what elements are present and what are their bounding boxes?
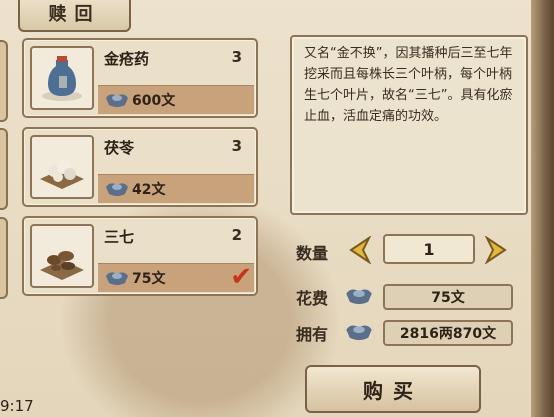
list-item[interactable]: 三七 2 75文 ✔ (22, 216, 258, 296)
item-quantity: 3 (231, 137, 242, 155)
left-list-edge (0, 128, 8, 210)
silver-ingot-icon (106, 183, 128, 196)
item-price: 600文 (104, 90, 175, 110)
item-description: 又名“金不换”，因其播种后三至七年挖采而且每株长三个叶柄，每个叶柄生七个叶片，故… (290, 35, 528, 215)
increase-quantity-icon[interactable] (483, 236, 509, 264)
owned-label: 拥有 (296, 325, 329, 344)
herb-pile-icon (30, 135, 94, 199)
item-price-text: 42文 (132, 182, 166, 198)
redeem-tab[interactable]: 赎回 (18, 0, 131, 32)
item-name: 三七 (104, 228, 135, 246)
buy-button[interactable]: 购买 (305, 365, 481, 413)
panel-frame-edge (531, 0, 554, 417)
decrease-quantity-icon[interactable] (347, 236, 373, 264)
item-price: 75文 (104, 268, 165, 288)
item-price: 42文 (104, 179, 165, 199)
list-item[interactable]: 金疮药 3 600文 (22, 38, 258, 118)
quantity-input[interactable]: 1 (383, 234, 475, 264)
item-price-text: 600文 (132, 93, 176, 109)
left-list-edge (0, 40, 8, 122)
item-name: 金疮药 (104, 50, 150, 68)
medicine-bottle-icon (30, 46, 94, 110)
clock: 9:17 (0, 397, 34, 415)
silver-ingot-icon (346, 289, 372, 305)
item-name: 茯苓 (104, 139, 135, 157)
owned-value: 2816两870文 (383, 320, 513, 346)
item-price-text: 75文 (132, 271, 166, 287)
silver-ingot-icon (106, 94, 128, 107)
item-quantity: 2 (231, 226, 242, 244)
selected-check-icon: ✔ (230, 262, 252, 292)
list-item[interactable]: 茯苓 3 42文 (22, 127, 258, 207)
item-quantity: 3 (231, 48, 242, 66)
quantity-label: 数量 (296, 244, 329, 263)
root-pile-icon (30, 224, 94, 288)
cost-label: 花费 (296, 289, 329, 308)
silver-ingot-icon (346, 325, 372, 341)
cost-value: 75文 (383, 284, 513, 310)
left-list-edge (0, 217, 8, 299)
silver-ingot-icon (106, 272, 128, 285)
